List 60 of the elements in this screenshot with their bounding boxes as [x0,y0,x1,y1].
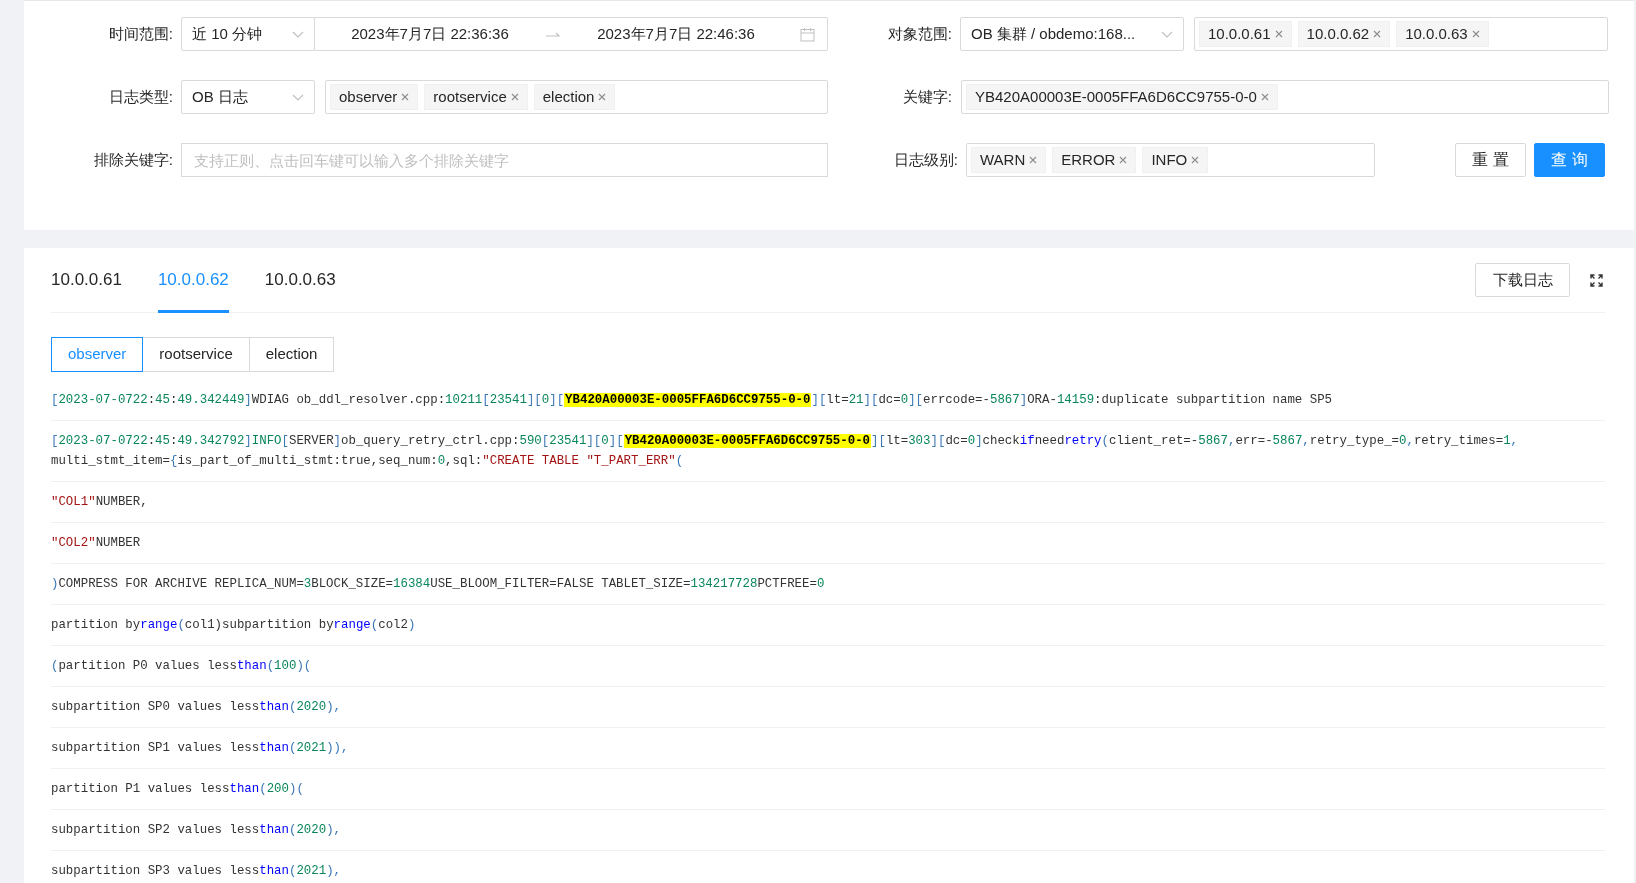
field-label: 日志级别: [892,149,959,170]
close-icon [401,93,410,101]
tag-select-field[interactable]: YB420A00003E-0005FFA6D6CC9755-0-0 [961,80,1609,114]
select-value: OB 集群 / obdemo:168... [971,23,1136,44]
field-label: 对象范围: [886,23,953,44]
log-line: "COL1"NUMBER, [51,482,1605,523]
log-line: subpartition SP0 values lessthan(2020), [51,687,1605,728]
log-line: partition byrange(col1)subpartition byrange(col2) [51,605,1605,646]
log-line: subpartition SP1 values lessthan(2021)), [51,728,1605,769]
tag-select-field[interactable]: observer rootservice election [325,80,828,114]
tag-select-field[interactable]: 10.0.0.61 10.0.0.62 10.0.0.63 [1194,17,1608,51]
exclude-keyword-input[interactable]: 支持正则、点击回车键可以输入多个排除关键字 [181,143,828,177]
close-icon [1471,30,1480,38]
tag-label: 10.0.0.61 [1208,23,1271,44]
tag-label: election [542,86,595,107]
log-line: partition P1 values lessthan(200)( [51,769,1605,810]
date-range-field[interactable]: 2023年7月7日 22:36:36 2023年7月7日 22:46:36 [314,17,828,51]
log-line: (partition P0 values lessthan(100)( [51,646,1605,687]
tag-select-field[interactable]: WARN ERROR INFO [966,143,1375,177]
log-type-tab[interactable]: rootservice [142,337,250,372]
log-line: )COMPRESS FOR ARCHIVE REPLICA_NUM=3BLOCK_SIZE=16384USE_BLOOM_FILTER=FALSE TABLET_SIZE=134217728PCTFREE=0 [51,564,1605,605]
close-icon [1119,156,1128,164]
select-field[interactable]: 近 10 分钟 [181,17,315,51]
select-value: OB 日志 [192,86,248,107]
tag-label: observer [339,86,398,107]
end-date: 2023年7月7日 22:46:36 [596,23,756,44]
tag-label: WARN [980,149,1026,170]
start-date: 2023年7月7日 22:36:36 [350,23,510,44]
log-line: subpartition SP2 values lessthan(2020), [51,810,1605,851]
select-field[interactable]: OB 集群 / obdemo:168... [960,17,1184,51]
log-line: [2023-07-0722:45:49.342792]INFO[SERVER]ob_query_retry_ctrl.cpp:590[23541][0][YB420A00003E-0005FFA6D6CC9755-0-0][lt=303][dc=0]checkifneedretry(client_ret=-5867,err=-5867,retry_type_=0,retry_times=1, multi_stmt_item={is_part_of_multi_stmt:true,seq_num:0,sql:"CREATE TABLE "T_PART_ERR"( [51,421,1605,482]
server-tab[interactable]: 10.0.0.63 [264,248,336,313]
server-tab[interactable]: 10.0.0.61 [51,248,122,313]
field-label: 排除关键字: [92,149,174,170]
close-icon [1260,93,1269,101]
log-line: [2023-07-0722:45:49.342449]WDIAG ob_ddl_resolver.cpp:10211[23541][0][YB420A00003E-0005FFA6D6CC9755-0-0][lt=21][dc=0][errcode=-5867]ORA-14159:duplicate subpartition name SP5 [51,380,1605,421]
download-log-button[interactable]: 下载日志 [1475,263,1570,297]
log-line: "COL2"NUMBER [51,523,1605,564]
log-type-tab[interactable]: election [248,337,335,372]
field-label: 日志类型: [107,86,174,107]
close-icon [1373,30,1382,38]
tag-label: 10.0.0.63 [1405,23,1468,44]
close-icon [510,93,519,101]
reset-button[interactable]: 重 置 [1455,143,1526,177]
tag-label: 10.0.0.62 [1306,23,1370,44]
close-icon [598,93,607,101]
tag-label: YB420A00003E-0005FFA6D6CC9755-0-0 [975,86,1257,107]
close-icon [1029,156,1038,164]
field-label: 关键字: [901,86,953,107]
select-field[interactable]: OB 日志 [181,80,315,114]
select-value: 近 10 分钟 [192,23,263,44]
expand-icon[interactable] [1590,273,1603,287]
tag-label: ERROR [1061,149,1116,170]
close-icon [1274,30,1283,38]
close-icon [1191,156,1200,164]
log-line: subpartition SP3 values lessthan(2021), [51,851,1605,883]
tag-label: rootservice [433,86,507,107]
tag-label: INFO [1151,149,1188,170]
field-label: 时间范围: [107,23,174,44]
calendar-icon [800,26,815,42]
